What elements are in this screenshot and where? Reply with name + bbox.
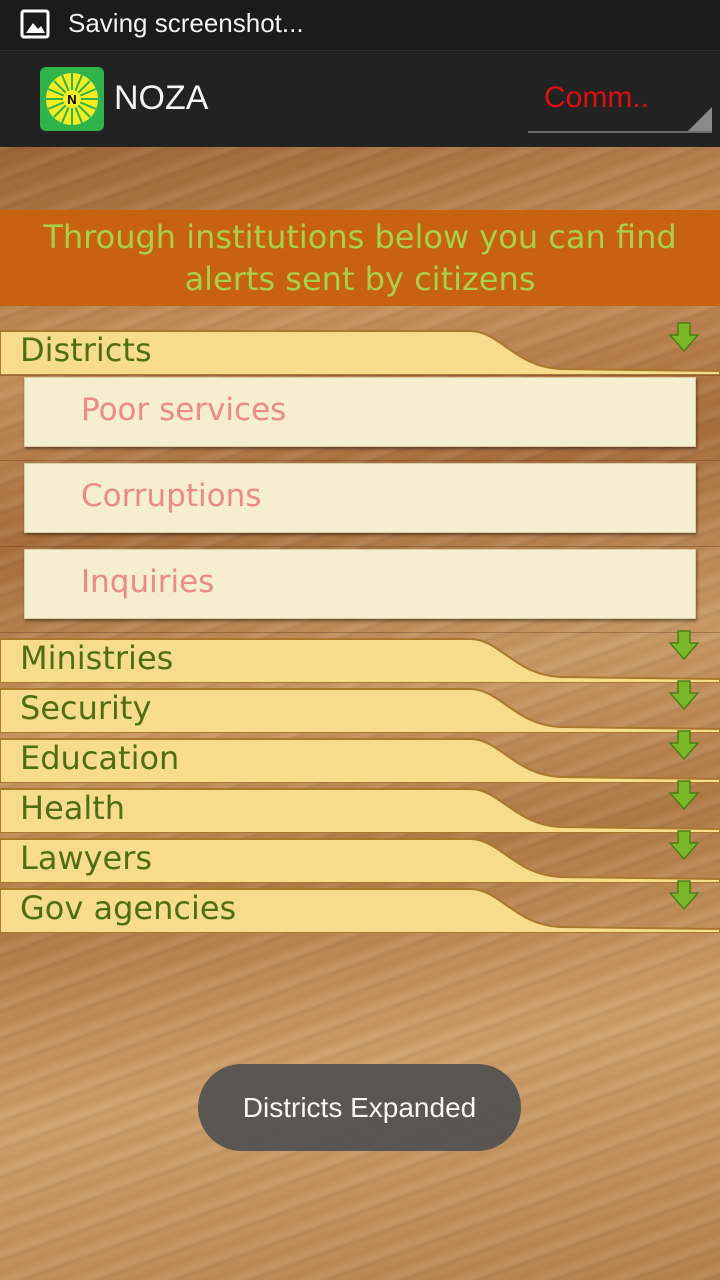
group-label: Gov agencies <box>20 889 237 927</box>
group-header-education[interactable]: Education <box>0 730 720 783</box>
arrow-down-icon <box>668 830 700 861</box>
category-spinner[interactable]: Comm.. <box>528 75 712 133</box>
group-header-health[interactable]: Health <box>0 780 720 833</box>
toast-message: Districts Expanded <box>198 1064 521 1151</box>
child-item-poor-services[interactable]: Poor services <box>24 377 696 447</box>
group-header-districts[interactable]: Districts <box>0 322 720 375</box>
child-label: Inquiries <box>81 564 215 600</box>
app-logo-icon[interactable]: N <box>40 67 104 131</box>
group-header-ministries[interactable]: Ministries <box>0 630 720 683</box>
status-notification-text: Saving screenshot... <box>68 8 304 38</box>
group-header-security[interactable]: Security <box>0 680 720 733</box>
logo-letter: N <box>67 92 76 107</box>
divider <box>0 632 720 633</box>
action-bar: N NOZA Comm.. <box>0 50 720 147</box>
group-header-lawyers[interactable]: Lawyers <box>0 830 720 883</box>
spinner-selected-value: Comm.. <box>544 81 649 114</box>
app-title: NOZA <box>114 79 209 117</box>
arrow-down-icon <box>668 730 700 761</box>
child-label: Poor services <box>81 392 287 428</box>
dropdown-caret-icon <box>688 107 712 131</box>
divider <box>0 375 720 376</box>
status-bar: Saving screenshot... <box>0 0 720 50</box>
group-label: Education <box>20 739 180 777</box>
child-item-inquiries[interactable]: Inquiries <box>24 549 696 619</box>
info-banner: Through institutions below you can find … <box>0 210 720 306</box>
group-header-gov-agencies[interactable]: Gov agencies <box>0 880 720 933</box>
group-label: Health <box>20 789 126 827</box>
divider <box>0 546 720 547</box>
arrow-down-icon <box>668 680 700 711</box>
child-item-corruptions[interactable]: Corruptions <box>24 463 696 533</box>
arrow-down-icon <box>668 322 700 353</box>
image-icon <box>20 9 50 39</box>
arrow-down-icon <box>668 630 700 661</box>
child-label: Corruptions <box>81 478 262 514</box>
group-label: Districts <box>20 331 152 369</box>
group-label: Security <box>20 689 152 727</box>
group-label: Lawyers <box>20 839 153 877</box>
arrow-down-icon <box>668 780 700 811</box>
group-label: Ministries <box>20 639 174 677</box>
arrow-down-icon <box>668 880 700 911</box>
divider <box>0 460 720 461</box>
